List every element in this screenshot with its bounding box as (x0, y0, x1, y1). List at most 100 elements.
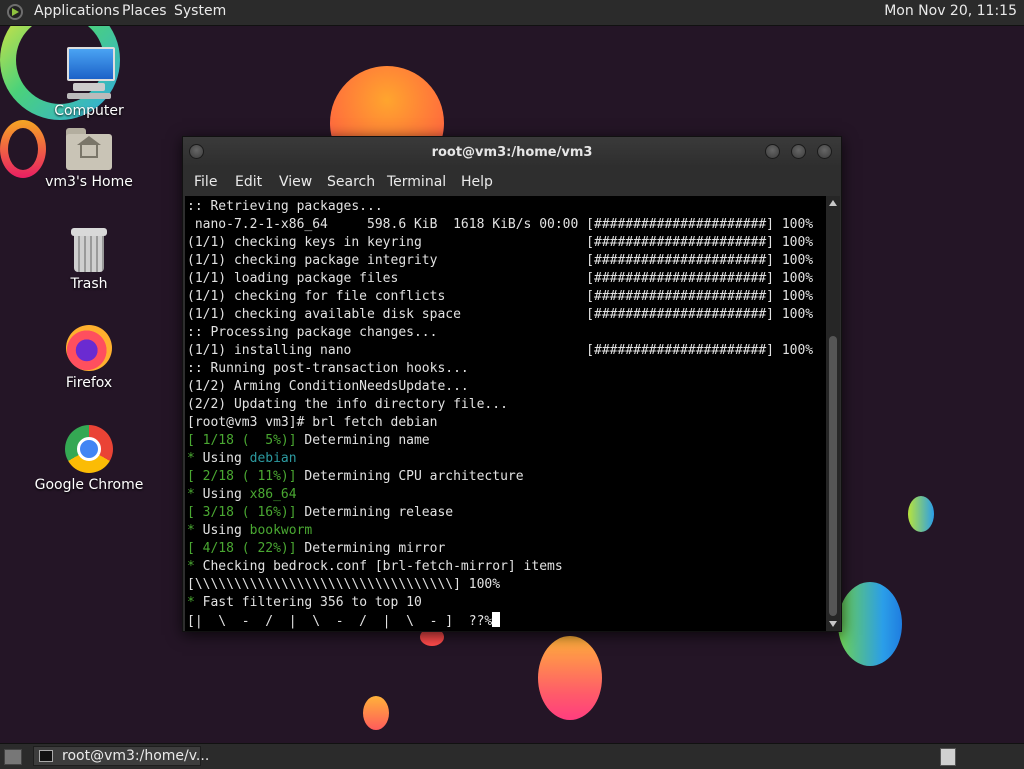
terminal-text: bookworm (249, 523, 313, 538)
terminal-text: Using (194, 487, 250, 502)
terminal-line: [ 2/18 ( 11%)] Determining CPU architect… (187, 468, 524, 486)
chrome-icon (65, 425, 113, 473)
desktop-icon-label: vm3's Home (45, 174, 133, 190)
terminal-text: debian (249, 451, 297, 466)
terminal-line: :: Retrieving packages... (187, 198, 383, 216)
terminal-line: :: Running post-transaction hooks... (187, 360, 469, 378)
wallpaper-small-blob (363, 696, 389, 730)
terminal-text: :: Running post-transaction hooks... (187, 361, 469, 376)
applications-menu-icon[interactable] (7, 4, 23, 20)
terminal-line: * Fast filtering 356 to top 10 (187, 594, 422, 612)
terminal-text: [| \ - / | \ - / | \ - ] ??% (187, 614, 493, 629)
terminal-text: * (187, 451, 195, 466)
desktop-icon-trash[interactable]: Trash (34, 228, 144, 292)
terminal-line: nano-7.2-1-x86_64 598.6 KiB 1618 KiB/s 0… (187, 216, 813, 234)
maximize-button[interactable] (791, 144, 806, 159)
terminal-text: * (187, 559, 195, 574)
terminal-text: (1/2) Arming ConditionNeedsUpdate... (187, 379, 469, 394)
clock[interactable]: Mon Nov 20, 11:15 (884, 3, 1017, 19)
wallpaper-green-blob (908, 496, 934, 532)
desktop-icon-computer[interactable]: Computer (34, 45, 144, 119)
terminal-text: Using (194, 451, 250, 466)
terminal-line: (1/1) checking package integrity [######… (187, 252, 813, 270)
terminal-text: nano-7.2-1-x86_64 598.6 KiB 1618 KiB/s 0… (187, 217, 814, 232)
terminal-icon (39, 750, 53, 762)
terminal-window: root@vm3:/home/vm3 File Edit View Search… (182, 136, 842, 632)
desktop-icon-label: Firefox (65, 375, 113, 391)
wallpaper-bottom-blob (538, 636, 602, 720)
terminal-scrollbar[interactable] (826, 196, 840, 631)
terminal-text: [ 2/18 ( 11%)] (187, 469, 297, 484)
terminal-line: * Using x86_64 (187, 486, 297, 504)
window-titlebar[interactable]: root@vm3:/home/vm3 (183, 137, 841, 167)
terminal-text: Determining CPU architecture (296, 469, 524, 484)
menu-search[interactable]: Search (327, 174, 375, 190)
scrollbar-thumb[interactable] (829, 336, 837, 616)
terminal-line: :: Processing package changes... (187, 324, 437, 342)
terminal-text: [ 4/18 ( 22%)] (187, 541, 297, 556)
terminal-text: Checking bedrock.conf [brl-fetch-mirror]… (194, 559, 563, 574)
taskbar-terminal-button[interactable]: root@vm3:/home/v... (33, 746, 209, 766)
bottom-panel: root@vm3:/home/v... (0, 743, 1024, 769)
terminal-line: * Using bookworm (187, 522, 312, 540)
terminal-text: [root@vm3 vm3]# brl fetch debian (187, 415, 438, 430)
terminal-text: * (187, 595, 195, 610)
firefox-icon (66, 325, 112, 371)
desktop-icon-firefox[interactable]: Firefox (34, 325, 144, 391)
desktop-icon-home[interactable]: vm3's Home (34, 128, 144, 190)
home-folder-icon (66, 128, 112, 170)
desktop-icon-label: Trash (70, 276, 108, 292)
terminal-output[interactable]: :: Retrieving packages... nano-7.2-1-x86… (185, 196, 826, 631)
terminal-text: (1/1) checking keys in keyring [########… (187, 235, 814, 250)
menu-view[interactable]: View (279, 174, 312, 190)
terminal-line: (1/1) checking for file conflicts [#####… (187, 288, 813, 306)
wallpaper-blue-blob (838, 582, 902, 666)
terminal-text: (1/1) checking available disk space [###… (187, 307, 814, 322)
window-title: root@vm3:/home/vm3 (431, 145, 593, 160)
minimize-button[interactable] (765, 144, 780, 159)
terminal-text: (2/2) Updating the info directory file..… (187, 397, 508, 412)
computer-icon (65, 45, 115, 99)
show-desktop-button[interactable] (4, 749, 22, 765)
terminal-text: * (187, 523, 195, 538)
system-menu[interactable]: System (174, 3, 226, 19)
terminal-text: (1/1) checking for file conflicts [#####… (187, 289, 814, 304)
desktop-icon-label: Computer (54, 103, 124, 119)
menu-terminal[interactable]: Terminal (387, 174, 446, 190)
terminal-text: Determining mirror (296, 541, 446, 556)
terminal-line: [| \ - / | \ - / | \ - ] ??% (187, 612, 501, 630)
terminal-text: Using (194, 523, 250, 538)
scroll-down-arrow-icon[interactable] (829, 621, 837, 627)
terminal-line: (1/1) loading package files [###########… (187, 270, 813, 288)
scroll-up-arrow-icon[interactable] (829, 200, 837, 206)
taskbar-button-label: root@vm3:/home/v... (62, 748, 210, 764)
terminal-line: (1/1) checking available disk space [###… (187, 306, 813, 324)
terminal-text: (1/1) installing nano [#################… (187, 343, 814, 358)
desktop-icon-chrome[interactable]: Google Chrome (34, 425, 144, 493)
terminal-line: [ 1/18 ( 5%)] Determining name (187, 432, 430, 450)
terminal-text: Fast filtering 356 to top 10 (194, 595, 422, 610)
terminal-text: * (187, 487, 195, 502)
terminal-text: Determining name (296, 433, 430, 448)
terminal-line: [ 4/18 ( 22%)] Determining mirror (187, 540, 445, 558)
terminal-line: [ 3/18 ( 16%)] Determining release (187, 504, 453, 522)
applications-menu[interactable]: Applications (34, 3, 120, 19)
menu-file[interactable]: File (194, 174, 217, 190)
terminal-line: (2/2) Updating the info directory file..… (187, 396, 508, 414)
terminal-text: (1/1) checking package integrity [######… (187, 253, 814, 268)
places-menu[interactable]: Places (122, 3, 167, 19)
terminal-text: x86_64 (249, 487, 297, 502)
terminal-text: :: Processing package changes... (187, 325, 438, 340)
terminal-menubar: File Edit View Search Terminal Help (183, 167, 841, 195)
terminal-line: * Checking bedrock.conf [brl-fetch-mirro… (187, 558, 563, 576)
close-button[interactable] (817, 144, 832, 159)
menu-help[interactable]: Help (461, 174, 493, 190)
trash-icon (71, 228, 107, 272)
terminal-line: [\\\\\\\\\\\\\\\\\\\\\\\\\\\\\\\\\] 100% (187, 576, 500, 594)
terminal-text: [\\\\\\\\\\\\\\\\\\\\\\\\\\\\\\\\\] 100% (187, 577, 501, 592)
workspace-switcher[interactable] (940, 748, 956, 766)
menu-edit[interactable]: Edit (235, 174, 262, 190)
terminal-line: (1/2) Arming ConditionNeedsUpdate... (187, 378, 469, 396)
terminal-text: (1/1) loading package files [###########… (187, 271, 814, 286)
top-panel: Applications Places System Mon Nov 20, 1… (0, 0, 1024, 26)
